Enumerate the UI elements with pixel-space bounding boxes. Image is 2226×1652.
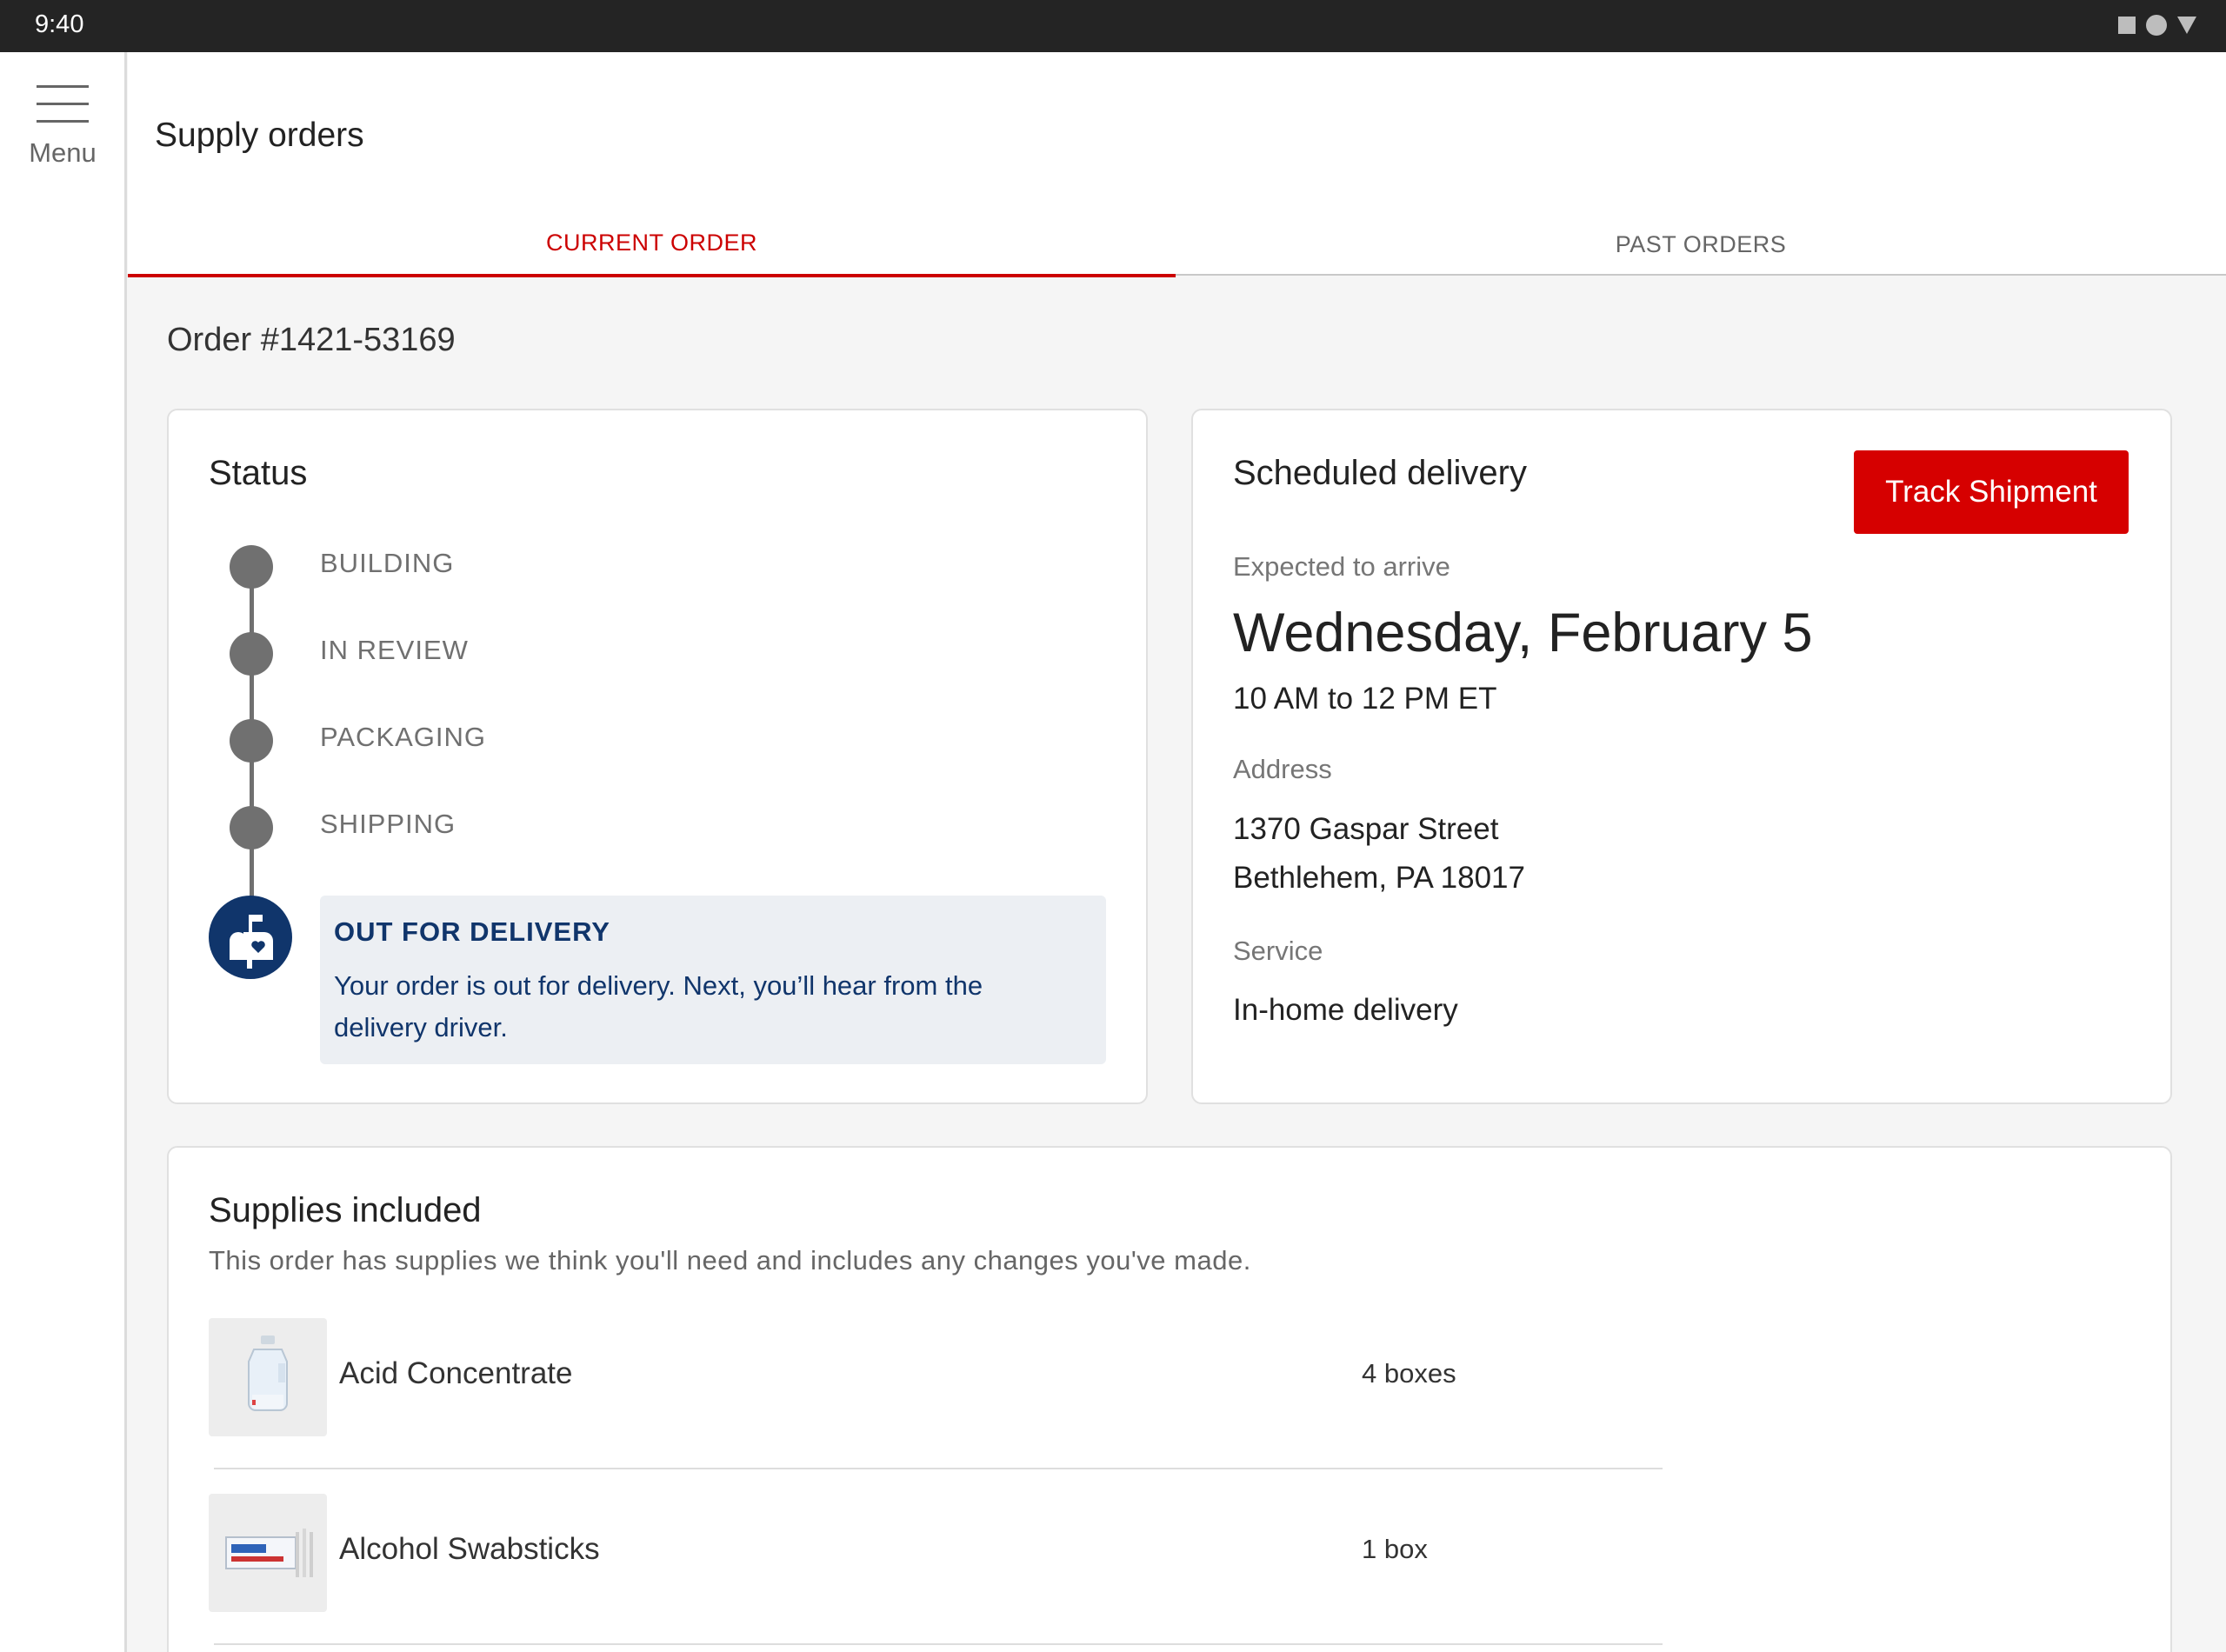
step-packaging: PACKAGING — [320, 722, 487, 752]
page-title: Supply orders — [155, 117, 364, 154]
hamburger-icon — [37, 83, 89, 123]
address-line-1: 1370 Gaspar Street — [1233, 812, 1499, 846]
supply-quantity: 4 boxes — [1362, 1358, 1456, 1389]
step-dot — [230, 719, 273, 763]
supplies-card: Supplies included This order has supplie… — [167, 1146, 2172, 1652]
step-dot — [230, 806, 273, 849]
service-label: Service — [1233, 936, 1323, 966]
tab-label: CURRENT ORDER — [545, 230, 757, 256]
tab-current-order[interactable]: CURRENT ORDER — [128, 226, 1176, 277]
recents-icon — [2118, 17, 2136, 34]
step-dot — [230, 632, 273, 676]
current-step-label: OUT FOR DELIVERY — [334, 916, 610, 947]
order-number: Order #1421-53169 — [167, 322, 456, 358]
supplies-title: Supplies included — [209, 1191, 482, 1229]
delivery-card: Scheduled delivery Track Shipment Expect… — [1191, 409, 2172, 1104]
current-step-panel: OUT FOR DELIVERY Your order is out for d… — [320, 896, 1106, 1064]
status-card: Status BUILDING IN REVIEW PACKAGING SHIP… — [167, 409, 1148, 1104]
back-icon — [2177, 17, 2196, 34]
jug-icon — [209, 1318, 327, 1436]
step-in-review: IN REVIEW — [320, 635, 469, 665]
step-building: BUILDING — [320, 548, 455, 578]
status-title: Status — [209, 454, 308, 492]
current-step-description: Your order is out for delivery. Next, yo… — [334, 970, 983, 1042]
supply-name: Alcohol Swabsticks — [339, 1532, 600, 1566]
supplies-subtitle: This order has supplies we think you'll … — [209, 1245, 1251, 1276]
tab-label: PAST ORDERS — [1615, 231, 1787, 257]
expected-label: Expected to arrive — [1233, 551, 1450, 582]
nav-rail: Menu — [0, 52, 127, 1652]
row-divider — [214, 1468, 1663, 1469]
step-dot — [230, 545, 273, 589]
tab-bar: CURRENT ORDER PAST ORDERS — [128, 226, 2226, 277]
delivery-date: Wednesday, February 5 — [1233, 603, 1813, 663]
address-label: Address — [1233, 754, 1332, 784]
page-header: Supply orders CURRENT ORDER PAST ORDERS — [128, 52, 2226, 277]
delivery-title: Scheduled delivery — [1233, 454, 1527, 492]
system-status-bar: 9:40 — [0, 0, 2226, 52]
menu-label: Menu — [29, 137, 97, 168]
swabstick-box-icon — [209, 1494, 327, 1612]
menu-button[interactable]: Menu — [0, 83, 125, 179]
supply-item[interactable]: Acid Concentrate 4 boxes — [209, 1318, 1663, 1438]
track-shipment-button[interactable]: Track Shipment — [1854, 450, 2129, 534]
row-divider — [214, 1643, 1663, 1645]
service-value: In-home delivery — [1233, 993, 1458, 1027]
delivery-time-window: 10 AM to 12 PM ET — [1233, 682, 1497, 716]
supply-quantity: 1 box — [1362, 1534, 1428, 1564]
supply-name: Acid Concentrate — [339, 1356, 573, 1390]
address-line-2: Bethlehem, PA 18017 — [1233, 861, 1525, 895]
step-shipping: SHIPPING — [320, 809, 457, 839]
home-icon — [2146, 15, 2167, 36]
system-icons — [2118, 15, 2196, 36]
clock: 9:40 — [35, 10, 84, 38]
tab-past-orders[interactable]: PAST ORDERS — [1176, 226, 2226, 276]
mailbox-heart-icon — [209, 896, 292, 979]
supply-item[interactable]: Alcohol Swabsticks 1 box — [209, 1494, 1663, 1614]
